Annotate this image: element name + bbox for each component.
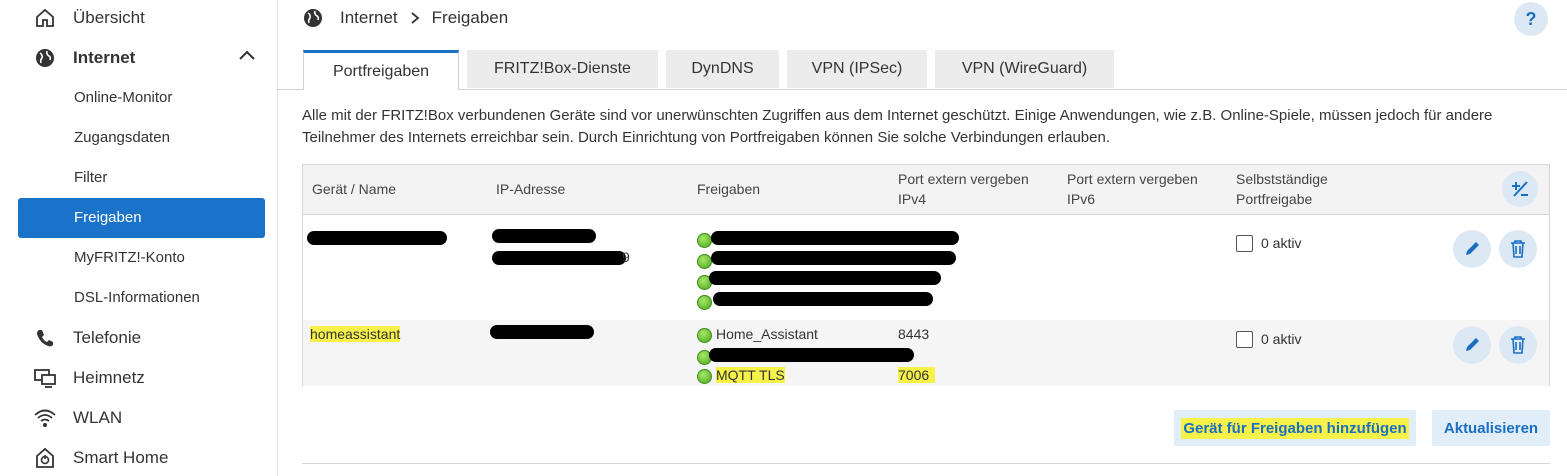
port-forwarding-table: Gerät / Name IP-Adresse Freigaben Port e… [302, 164, 1550, 386]
ip-suffix: 9 [622, 249, 630, 265]
nav-telefonie[interactable]: Telefonie [0, 326, 277, 350]
nav-label: WLAN [73, 408, 123, 427]
nav-label: Übersicht [73, 8, 145, 27]
active-tab-gap [304, 88, 458, 91]
table-row: homeassistant Home_Assistant MQTT TLS 84… [303, 320, 1549, 386]
pencil-icon [1462, 239, 1482, 259]
edit-button[interactable] [1453, 326, 1491, 364]
port-ipv4: 8443 [898, 326, 930, 342]
tab-dyndns[interactable]: DynDNS [666, 50, 779, 88]
nav-label: Telefonie [73, 328, 142, 347]
redaction-mark [490, 325, 594, 339]
column-settings-button[interactable] [1502, 171, 1538, 207]
nav-label: Smart Home [73, 448, 169, 467]
wifi-icon [33, 406, 57, 430]
tab-vpn-wireguard[interactable]: VPN (WireGuard) [935, 50, 1114, 88]
nav-label: Heimnetz [73, 368, 145, 387]
nav-internet[interactable]: Internet [0, 46, 277, 70]
home-icon [33, 6, 57, 30]
sidebar-item-freigaben[interactable]: Freigaben [18, 198, 265, 238]
self-portfreigabe-label: 0 aktiv [1261, 235, 1302, 251]
header-port-ipv4: Port extern vergeben IPv4 [898, 171, 1029, 207]
sidebar-item-online-monitor[interactable]: Online-Monitor [18, 78, 265, 118]
trash-icon [1509, 335, 1527, 355]
nav-wlan[interactable]: WLAN [0, 406, 277, 430]
redaction-mark [711, 251, 956, 265]
redaction-mark [709, 348, 914, 362]
add-device-button[interactable]: Gerät für Freigaben hinzufügen [1174, 410, 1416, 446]
status-dot [697, 368, 712, 384]
delete-button[interactable] [1499, 326, 1537, 364]
phone-icon [33, 326, 57, 350]
tab-divider [277, 89, 1567, 90]
redaction-mark [307, 231, 447, 245]
sidebar: Übersicht Internet Online-Monitor Zugang… [0, 0, 278, 476]
redaction-mark [711, 231, 959, 245]
sidebar-item-filter[interactable]: Filter [18, 158, 265, 198]
sidebar-item-zugangsdaten[interactable]: Zugangsdaten [18, 118, 265, 158]
redaction-mark [492, 229, 596, 243]
refresh-button[interactable]: Aktualisieren [1432, 410, 1550, 446]
nav-uebersicht[interactable]: Übersicht [0, 6, 277, 30]
header-ip: IP-Adresse [496, 181, 566, 197]
redaction-mark [713, 292, 933, 306]
sidebar-item-myfritz[interactable]: MyFRITZ!-Konto [18, 238, 265, 278]
port-ipv4: 7006 [898, 367, 936, 383]
nav-smart-home[interactable]: Smart Home [0, 446, 277, 470]
redaction-mark [492, 251, 626, 265]
tab-portfreigaben[interactable]: Portfreigaben [303, 50, 459, 90]
smarthome-icon [33, 446, 57, 470]
plus-minus-icon [1510, 179, 1530, 199]
delete-button[interactable] [1499, 230, 1537, 268]
header-port-ipv6: Port extern vergeben IPv6 [1067, 171, 1198, 207]
device-name: homeassistant [310, 326, 401, 342]
self-portfreigabe-checkbox[interactable] [1236, 331, 1253, 348]
edit-button[interactable] [1453, 230, 1491, 268]
header-self-portfreigabe: Selbstständige Portfreigabe [1236, 171, 1328, 207]
help-button[interactable]: ? [1514, 2, 1548, 36]
header-name: Gerät / Name [312, 181, 397, 197]
header-shares: Freigaben [697, 181, 761, 197]
self-portfreigabe-label: 0 aktiv [1261, 331, 1302, 347]
network-icon [33, 366, 57, 390]
chevron-up-icon[interactable] [237, 46, 257, 71]
tab-fritzbox-dienste[interactable]: FRITZ!Box-Dienste [467, 50, 658, 88]
redaction-mark [709, 271, 941, 285]
nav-label: Internet [73, 48, 136, 67]
breadcrumb-current: Freigaben [431, 8, 509, 27]
table-header: Gerät / Name IP-Adresse Freigaben Port e… [303, 165, 1549, 215]
status-dot [697, 327, 712, 343]
trash-icon [1509, 239, 1527, 259]
globe-icon [33, 46, 57, 70]
pencil-icon [1462, 335, 1482, 355]
intro-text: Alle mit der FRITZ!Box verbundenen Gerät… [302, 107, 1493, 146]
nav-heimnetz[interactable]: Heimnetz [0, 366, 277, 390]
globe-icon [302, 7, 324, 29]
sidebar-item-dsl-informationen[interactable]: DSL-Informationen [18, 278, 265, 318]
divider [302, 463, 1550, 464]
tab-vpn-ipsec[interactable]: VPN (IPSec) [787, 50, 927, 88]
share-item: MQTT TLS [697, 367, 785, 384]
self-portfreigabe-checkbox[interactable] [1236, 235, 1253, 252]
breadcrumb: Internet Freigaben [302, 6, 508, 30]
breadcrumb-root[interactable]: Internet [340, 8, 398, 28]
share-item: Home_Assistant [697, 326, 818, 343]
chevron-right-icon [410, 11, 420, 25]
